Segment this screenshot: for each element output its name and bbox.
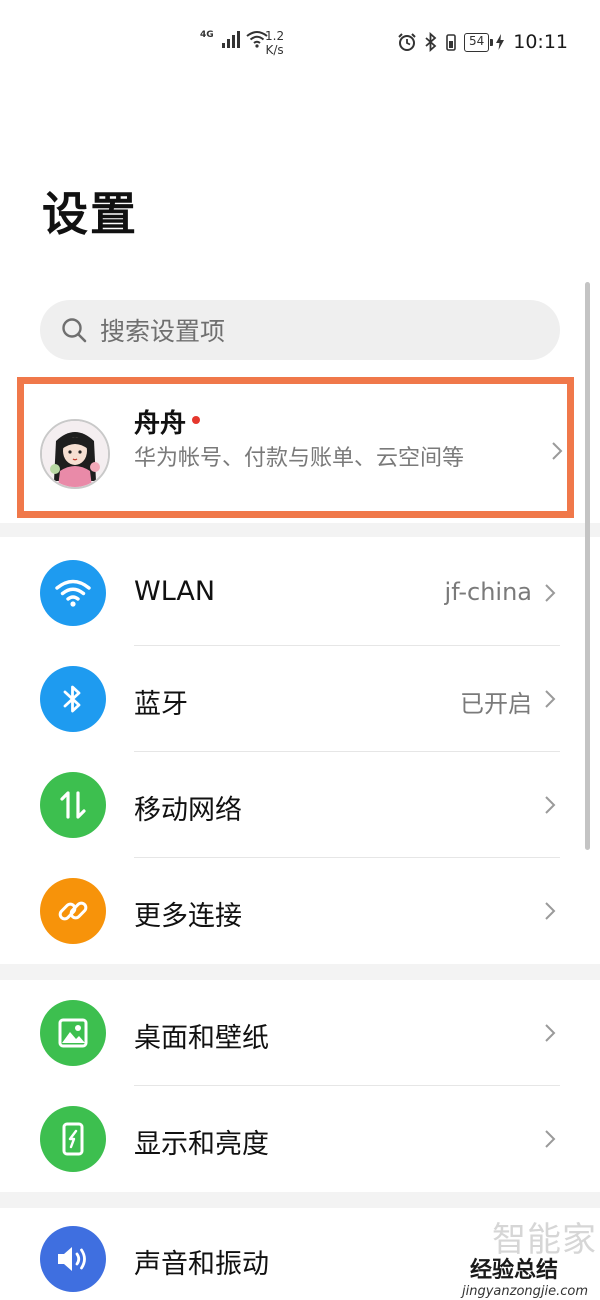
mobile-data-icon <box>40 772 106 838</box>
account-subtitle: 华为帐号、付款与账单、云空间等 <box>134 446 465 471</box>
chevron-right-icon <box>552 442 563 460</box>
section-divider <box>0 523 600 537</box>
display-icon <box>40 1106 106 1172</box>
sound-icon <box>40 1226 106 1292</box>
charging-icon <box>496 34 505 50</box>
row-value: 已开启 <box>460 690 532 718</box>
chevron-right-icon <box>545 902 556 920</box>
battery-indicator: 54 <box>463 32 494 52</box>
settings-item-bluetooth[interactable]: 蓝牙 已开启 <box>0 646 600 752</box>
settings-item-display[interactable]: 显示和亮度 <box>0 1086 600 1192</box>
chevron-right-icon <box>545 690 556 708</box>
network-speed: 1.2 K/s <box>265 29 284 57</box>
chevron-right-icon <box>545 796 556 814</box>
search-placeholder: 搜索设置项 <box>100 317 226 346</box>
account-name-text: 舟舟 <box>134 409 187 439</box>
section-divider <box>0 964 600 980</box>
link-icon <box>40 878 106 944</box>
settings-item-mobile-network[interactable]: 移动网络 <box>0 752 600 858</box>
row-value: jf-china <box>444 578 532 606</box>
row-label: WLAN <box>134 576 216 607</box>
search-bar[interactable]: 搜索设置项 <box>40 300 560 360</box>
clock: 10:11 <box>513 31 568 53</box>
bluetooth-status-icon <box>425 32 437 52</box>
alarm-icon <box>398 33 416 51</box>
watermark-line3: jingyanzongjie.com <box>462 1284 589 1299</box>
chevron-right-icon <box>545 1130 556 1148</box>
cell-signal-icon <box>221 30 240 48</box>
row-label: 桌面和壁纸 <box>134 1023 269 1054</box>
signal-group: 4G <box>200 30 268 48</box>
wifi-icon <box>40 560 106 626</box>
settings-item-more-connections[interactable]: 更多连接 <box>0 858 600 964</box>
row-label: 移动网络 <box>134 795 242 826</box>
account-card[interactable]: 舟舟 华为帐号、付款与账单、云空间等 <box>17 377 574 518</box>
wallpaper-icon <box>40 1000 106 1066</box>
row-label: 显示和亮度 <box>134 1129 269 1160</box>
page-title: 设置 <box>42 187 138 241</box>
row-label: 更多连接 <box>134 901 242 932</box>
speed-unit: K/s <box>265 43 284 57</box>
avatar <box>40 419 110 489</box>
speed-value: 1.2 <box>265 29 285 43</box>
settings-item-wallpaper[interactable]: 桌面和壁纸 <box>0 980 600 1086</box>
search-icon <box>62 318 87 343</box>
chevron-right-icon <box>545 1024 556 1042</box>
chevron-right-icon <box>545 584 556 602</box>
watermark-line2: 经验总结 <box>470 1258 559 1283</box>
status-bar: 4G 1.2 K/s 54 10:11 <box>0 0 600 90</box>
status-right: 54 10:11 <box>397 31 568 53</box>
row-label: 蓝牙 <box>134 689 188 720</box>
settings-item-wlan[interactable]: WLAN jf-china <box>0 540 600 646</box>
account-name: 舟舟 <box>134 403 201 440</box>
network-type: 4G <box>200 30 214 40</box>
vibrate-status-icon <box>446 34 456 51</box>
bluetooth-icon <box>40 666 106 732</box>
scrollbar[interactable] <box>585 282 590 850</box>
notification-dot <box>192 416 201 424</box>
watermark: 智能家 经验总结 jingyanzongjie.com <box>462 1212 600 1300</box>
row-label: 声音和振动 <box>134 1249 269 1280</box>
